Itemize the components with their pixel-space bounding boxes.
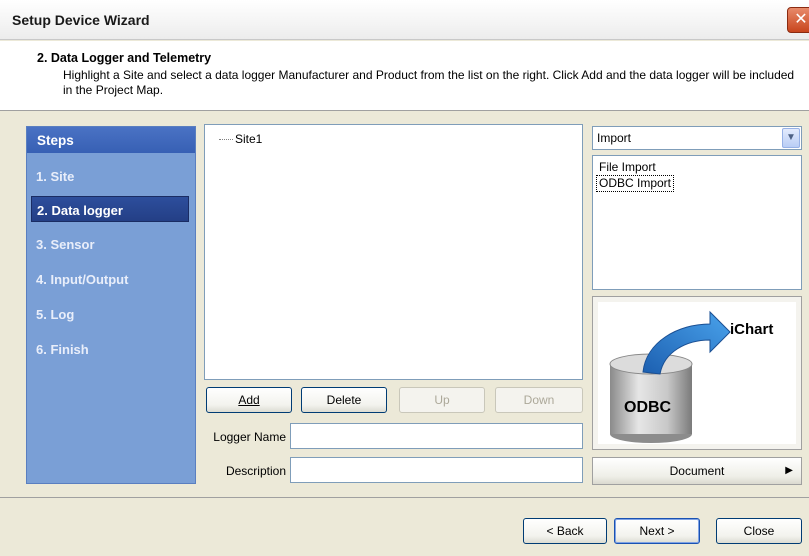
next-button[interactable]: Next > [614, 518, 700, 544]
page-description: Highlight a Site and select a data logge… [63, 68, 795, 97]
window-title: Setup Device Wizard [12, 12, 150, 28]
down-button-label: Down [523, 393, 555, 407]
import-select[interactable]: Import ▼ [592, 126, 802, 150]
add-button[interactable]: Add [206, 387, 292, 413]
ichart-label: iChart [730, 321, 773, 338]
list-item-file-import[interactable]: File Import [599, 160, 801, 175]
illustration-frame: ODBC iChart [592, 296, 802, 450]
wizard-header: 2. Data Logger and Telemetry Highlight a… [0, 41, 809, 111]
step-site[interactable]: 1. Site [31, 163, 189, 189]
project-tree[interactable]: Site1 [204, 124, 583, 380]
step-sensor[interactable]: 3. Sensor [31, 231, 189, 257]
up-button[interactable]: Up [399, 387, 485, 413]
import-select-value: Import [597, 131, 632, 145]
odbc-ichart-illustration: ODBC iChart [598, 302, 796, 444]
chevron-right-icon: ▶ [785, 465, 793, 476]
step-finish[interactable]: 6. Finish [31, 336, 189, 362]
tree-connector [219, 139, 233, 141]
close-button[interactable]: Close [716, 518, 802, 544]
description-label: Description [225, 464, 286, 478]
import-list[interactable]: File Import ODBC Import [592, 155, 802, 290]
tree-node-site[interactable]: Site1 [219, 132, 262, 146]
next-button-label: Next > [639, 524, 675, 538]
down-button[interactable]: Down [495, 387, 583, 413]
steps-header: Steps [27, 127, 195, 153]
step-log[interactable]: 5. Log [31, 301, 189, 327]
up-button-label: Up [434, 393, 450, 407]
steps-panel: Steps 1. Site 2. Data logger 3. Sensor 4… [26, 126, 196, 484]
tree-node-label: Site1 [235, 132, 263, 146]
description-field[interactable] [290, 457, 583, 483]
odbc-label: ODBC [624, 399, 672, 416]
chevron-down-icon[interactable]: ▼ [782, 128, 800, 148]
close-icon: ✕ [794, 11, 808, 28]
delete-button[interactable]: Delete [301, 387, 387, 413]
back-button-label: < Back [546, 524, 584, 538]
logger-name-field[interactable] [290, 423, 583, 449]
back-button[interactable]: < Back [523, 518, 607, 544]
step-input-output[interactable]: 4. Input/Output [31, 266, 189, 292]
page-title: 2. Data Logger and Telemetry [37, 51, 212, 65]
database-arrow-icon: ODBC iChart [609, 310, 773, 443]
close-button-label: Close [743, 524, 775, 538]
add-button-label: Add [238, 393, 260, 407]
logger-name-label: Logger Name [213, 430, 286, 444]
list-item-odbc-import[interactable]: ODBC Import [596, 175, 675, 192]
document-button[interactable]: Document ▶ [592, 457, 802, 485]
close-window-button[interactable]: ✕ [787, 7, 809, 33]
document-button-label: Document [669, 464, 725, 478]
delete-button-label: Delete [326, 393, 362, 407]
title-bar: Setup Device Wizard ✕ [0, 0, 809, 40]
step-data-logger[interactable]: 2. Data logger [31, 196, 189, 222]
